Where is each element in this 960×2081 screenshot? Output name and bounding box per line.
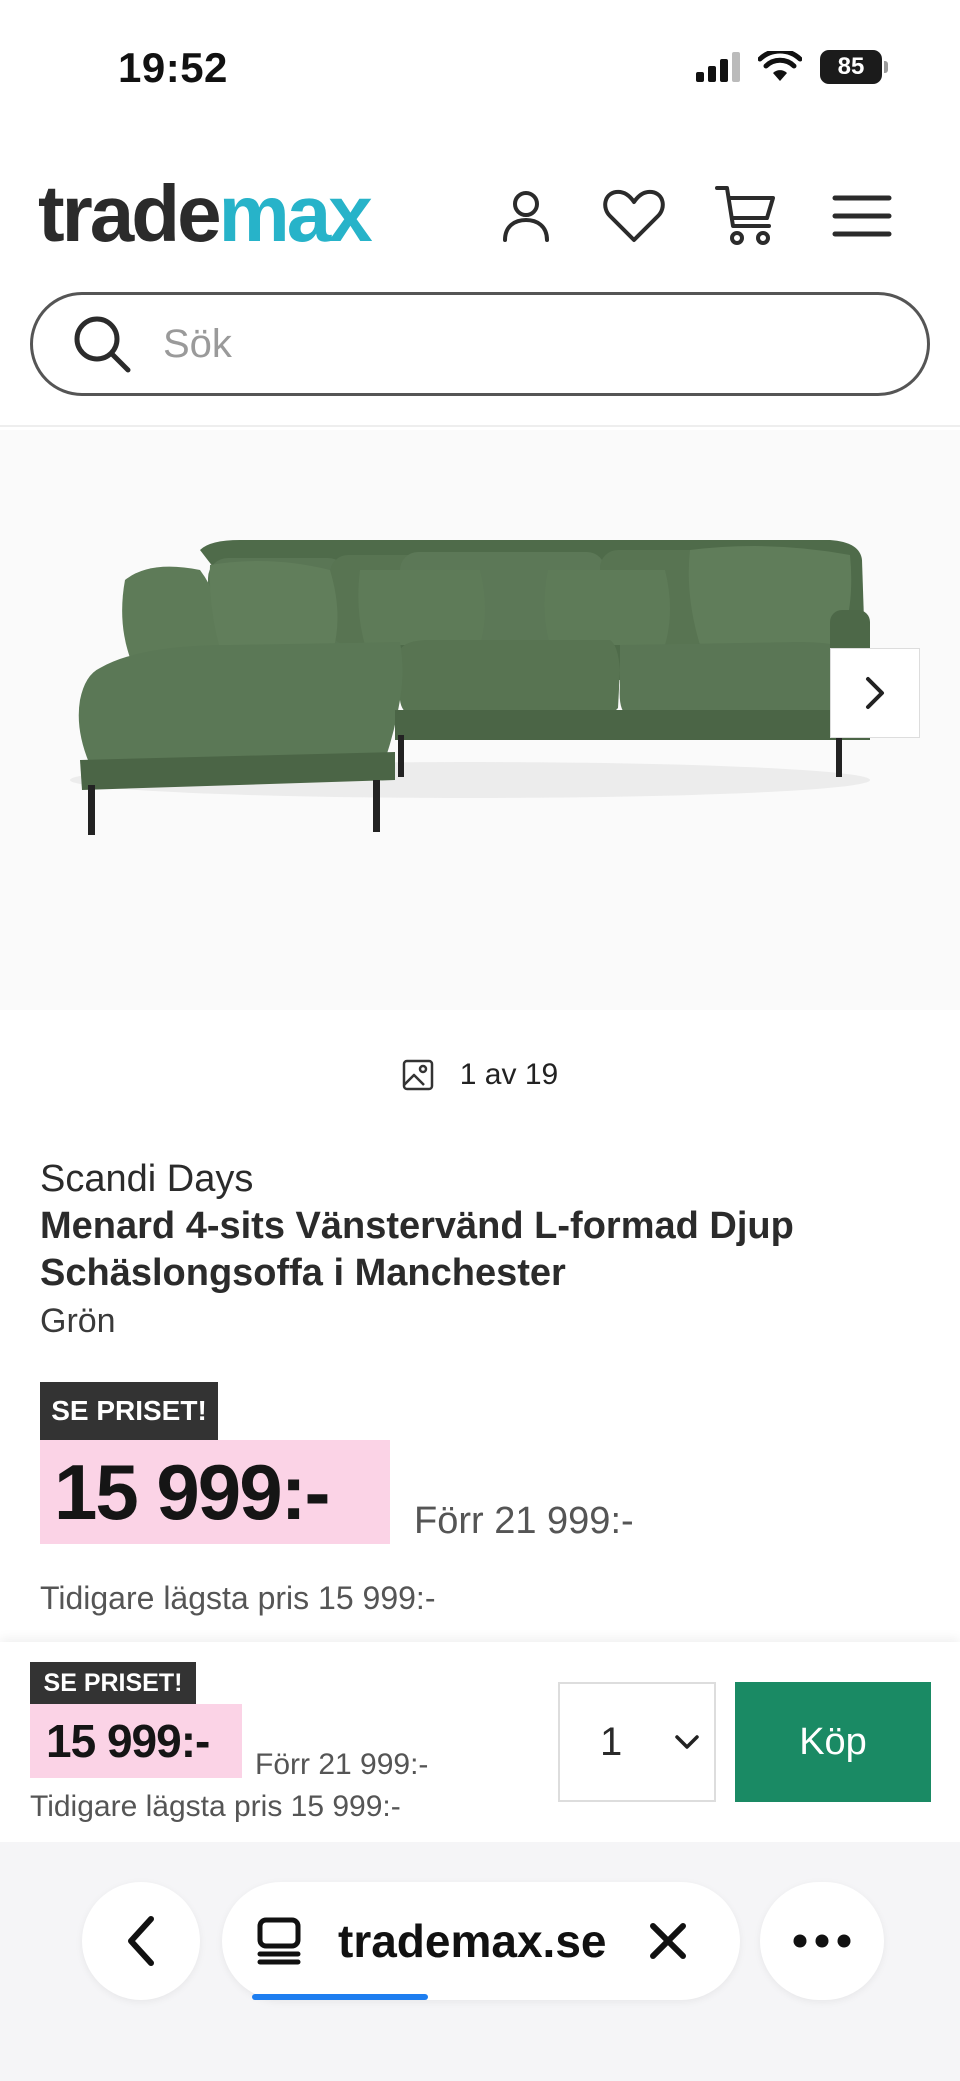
sticky-price: 15 999:- [30, 1704, 242, 1778]
quantity-value: 1 [600, 1719, 623, 1764]
search-input[interactable] [163, 321, 863, 367]
logo-part-trade: trade [38, 169, 222, 258]
product-price: 15 999:- [40, 1440, 390, 1544]
sticky-old-price: Förr 21 999:- [255, 1748, 429, 1781]
battery-indicator: 85 [820, 50, 888, 84]
more-dots-icon [793, 1934, 851, 1948]
cart-icon[interactable] [714, 184, 778, 248]
image-icon [402, 1059, 434, 1091]
status-time: 19:52 [118, 44, 228, 91]
sticky-buy-bar: SE PRISET! 15 999:- Förr 21 999:- Tidiga… [0, 1642, 960, 1842]
header-divider [0, 425, 960, 427]
buy-button[interactable]: Köp [735, 1682, 931, 1802]
site-header: trademax [0, 170, 960, 270]
quantity-select[interactable]: 1 [558, 1682, 716, 1802]
menu-icon[interactable] [830, 184, 894, 248]
browser-bottom-bar: trademax.se [0, 1842, 960, 2081]
product-gallery[interactable] [0, 430, 960, 1010]
sticky-se-priset-badge: SE PRISET! [30, 1662, 196, 1704]
browser-back-button[interactable] [82, 1882, 200, 2000]
browser-address-bar[interactable]: trademax.se [222, 1882, 740, 2000]
se-priset-badge: SE PRISET! [40, 1382, 218, 1440]
tabs-icon [257, 1917, 301, 1965]
product-old-price: Förr 21 999:- [414, 1500, 634, 1542]
browser-more-button[interactable] [760, 1882, 884, 2000]
account-icon[interactable] [494, 184, 558, 248]
product-lowest-price: Tidigare lägsta pris 15 999:- [40, 1580, 436, 1616]
page-load-progress [252, 1994, 428, 2000]
product-title: Menard 4-sits Vänstervänd L-formad Djup … [40, 1205, 794, 1294]
image-counter: 1 av 19 [0, 1058, 960, 1092]
signal-icon [696, 52, 740, 82]
image-counter-text: 1 av 19 [459, 1058, 559, 1091]
chevron-down-icon [675, 1735, 699, 1749]
trademax-logo[interactable]: trademax [38, 174, 373, 254]
product-color: Grön [40, 1302, 116, 1340]
browser-url: trademax.se [338, 1915, 607, 1967]
chevron-right-icon [866, 677, 884, 709]
gallery-next-button[interactable] [830, 648, 920, 738]
logo-part-max: max [218, 169, 373, 258]
close-icon[interactable] [649, 1922, 687, 1960]
sticky-lowest-price: Tidigare lägsta pris 15 999:- [30, 1790, 401, 1823]
status-bar: 19:52 85 [0, 0, 960, 130]
product-image-sofa [70, 540, 870, 835]
chevron-left-icon [128, 1916, 154, 1966]
search-bar[interactable] [30, 292, 930, 396]
status-icons: 85 [696, 50, 888, 84]
search-icon [74, 316, 131, 373]
wifi-icon [758, 51, 802, 81]
wishlist-heart-icon[interactable] [602, 184, 666, 248]
product-brand[interactable]: Scandi Days [40, 1158, 253, 1201]
